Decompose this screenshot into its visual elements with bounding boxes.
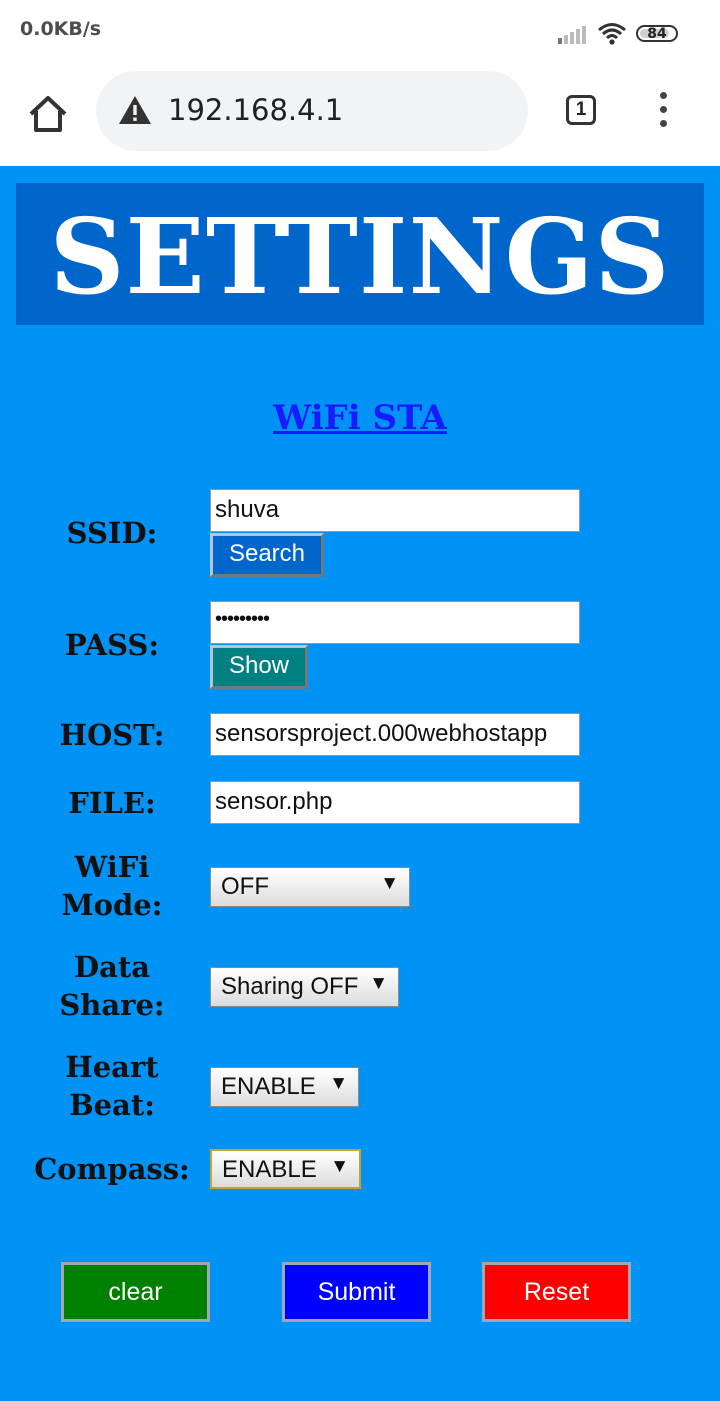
host-label: HOST: bbox=[59, 718, 165, 752]
heart-beat-label-line1: Heart bbox=[65, 1050, 159, 1084]
wifi-mode-label: WiFi Mode: bbox=[17, 848, 207, 924]
data-share-label: Data Share: bbox=[17, 948, 207, 1024]
password-input[interactable]: ••••••••• bbox=[210, 601, 580, 644]
settings-banner: SETTINGS bbox=[16, 183, 704, 325]
wifi-mode-selected: OFF bbox=[221, 873, 269, 900]
signal-icon bbox=[558, 26, 586, 44]
data-share-label-line2: Share: bbox=[59, 988, 165, 1022]
dropdown-arrow-icon: ▼ bbox=[329, 1073, 348, 1094]
dropdown-arrow-icon: ▼ bbox=[330, 1156, 349, 1177]
warning-icon[interactable] bbox=[118, 95, 152, 125]
heart-beat-select[interactable]: ENABLE ▼ bbox=[210, 1067, 359, 1107]
wifi-mode-label-line1: WiFi bbox=[74, 850, 150, 884]
heart-beat-label-line2: Beat: bbox=[69, 1088, 155, 1122]
battery-icon: 84 bbox=[636, 25, 678, 42]
host-input[interactable]: sensorsproject.000webhostapp bbox=[210, 713, 580, 756]
reset-button[interactable]: Reset bbox=[482, 1262, 631, 1322]
tabs-icon[interactable]: 1 bbox=[566, 95, 596, 125]
data-share-label-line1: Data bbox=[73, 950, 151, 984]
browser-toolbar: 192.168.4.1 1 bbox=[0, 62, 720, 166]
url-text[interactable]: 192.168.4.1 bbox=[168, 93, 343, 127]
tab-count: 1 bbox=[575, 99, 587, 120]
menu-icon[interactable] bbox=[652, 92, 674, 132]
file-input[interactable]: sensor.php bbox=[210, 781, 580, 824]
data-share-select[interactable]: Sharing OFF ▼ bbox=[210, 967, 399, 1007]
ssid-label: SSID: bbox=[66, 516, 158, 550]
data-share-selected: Sharing OFF bbox=[221, 973, 359, 1000]
show-password-button[interactable]: Show bbox=[210, 645, 308, 689]
home-icon[interactable] bbox=[26, 92, 70, 136]
file-label: FILE: bbox=[68, 786, 156, 820]
clear-button[interactable]: clear bbox=[61, 1262, 210, 1322]
status-bar: 0.0KB/s 84 bbox=[0, 0, 720, 62]
address-bar[interactable]: 192.168.4.1 bbox=[96, 71, 528, 151]
heart-beat-label: Heart Beat: bbox=[17, 1048, 207, 1124]
settings-page: SETTINGS WiFi STA SSID: shuva Search PAS… bbox=[0, 166, 720, 1401]
compass-label: Compass: bbox=[34, 1152, 190, 1186]
wifi-sta-link[interactable]: WiFi STA bbox=[0, 398, 720, 438]
network-speed: 0.0KB/s bbox=[20, 18, 102, 40]
dropdown-arrow-icon: ▼ bbox=[380, 873, 399, 894]
page-title: SETTINGS bbox=[49, 195, 671, 318]
wifi-mode-select[interactable]: OFF ▼ bbox=[210, 867, 410, 907]
wifi-icon bbox=[598, 23, 626, 45]
compass-select[interactable]: ENABLE ▼ bbox=[210, 1149, 361, 1189]
submit-button[interactable]: Submit bbox=[282, 1262, 431, 1322]
wifi-mode-label-line2: Mode: bbox=[61, 888, 163, 922]
dropdown-arrow-icon: ▼ bbox=[369, 973, 388, 994]
ssid-input[interactable]: shuva bbox=[210, 489, 580, 532]
compass-selected: ENABLE bbox=[222, 1156, 317, 1183]
battery-level: 84 bbox=[647, 26, 667, 42]
heart-beat-selected: ENABLE bbox=[221, 1073, 316, 1100]
search-button[interactable]: Search bbox=[210, 533, 324, 577]
pass-label: PASS: bbox=[64, 628, 160, 662]
